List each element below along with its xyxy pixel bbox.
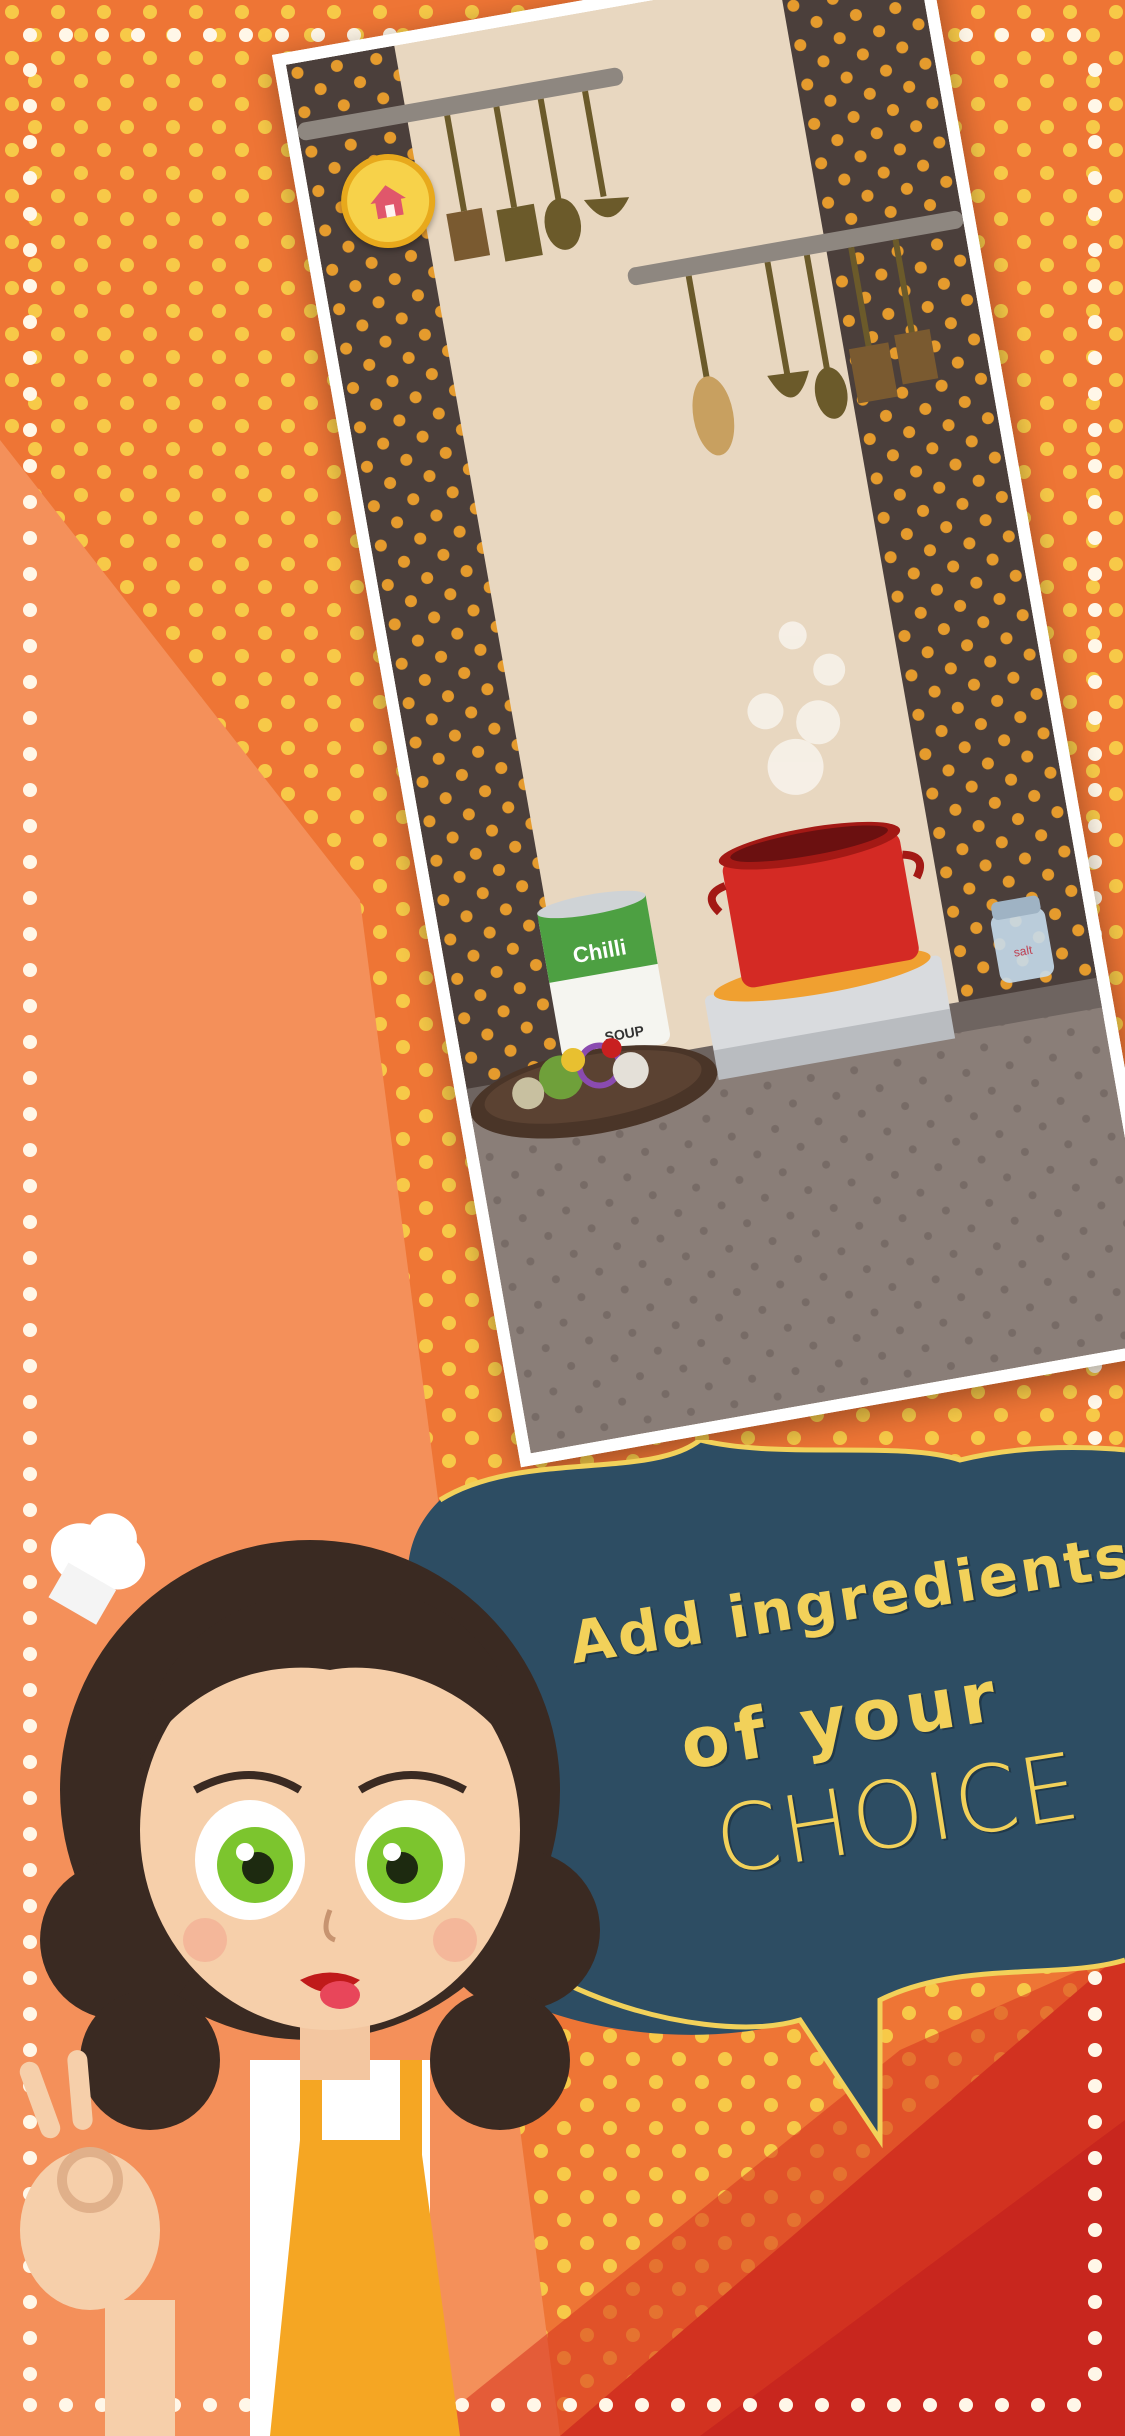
- marquee-light: [23, 351, 37, 365]
- marquee-light: [995, 2398, 1009, 2412]
- marquee-light: [959, 28, 973, 42]
- marquee-light: [23, 207, 37, 221]
- marquee-light: [1088, 1395, 1102, 1409]
- marquee-light: [23, 1359, 37, 1373]
- chef-girl-character: [19, 1513, 600, 2436]
- marquee-light: [1088, 819, 1102, 833]
- marquee-light: [1088, 567, 1102, 581]
- marquee-light: [1088, 747, 1102, 761]
- marquee-light: [1088, 2187, 1102, 2201]
- marquee-light: [23, 963, 37, 977]
- marquee-light: [1088, 2259, 1102, 2273]
- marquee-light: [311, 28, 325, 42]
- home-icon: [370, 185, 406, 220]
- marquee-light: [743, 2398, 757, 2412]
- marquee-light: [1088, 603, 1102, 617]
- marquee-light: [671, 2398, 685, 2412]
- marquee-light: [23, 855, 37, 869]
- marquee-light: [23, 387, 37, 401]
- marquee-light: [1088, 63, 1102, 77]
- marquee-light: [1031, 28, 1045, 42]
- marquee-light: [23, 927, 37, 941]
- marquee-light: [23, 891, 37, 905]
- marquee-light: [239, 28, 253, 42]
- marquee-light: [851, 2398, 865, 2412]
- marquee-light: [23, 315, 37, 329]
- marquee-light: [131, 28, 145, 42]
- marquee-light: [23, 1431, 37, 1445]
- marquee-light: [1088, 495, 1102, 509]
- marquee-light: [23, 1323, 37, 1337]
- marquee-light: [23, 567, 37, 581]
- marquee-light: [95, 28, 109, 42]
- marquee-light: [23, 1035, 37, 1049]
- marquee-light: [1088, 171, 1102, 185]
- marquee-light: [23, 63, 37, 77]
- marquee-light: [1088, 2223, 1102, 2237]
- marquee-light: [23, 1215, 37, 1229]
- marquee-light: [1088, 99, 1102, 113]
- marquee-light: [23, 603, 37, 617]
- marquee-light: [23, 279, 37, 293]
- marquee-light: [1088, 423, 1102, 437]
- marquee-light: [23, 1107, 37, 1121]
- marquee-light: [23, 1287, 37, 1301]
- marquee-light: [23, 495, 37, 509]
- marquee-light: [23, 28, 37, 42]
- marquee-light: [275, 28, 289, 42]
- marquee-light: [1088, 315, 1102, 329]
- marquee-light: [23, 1395, 37, 1409]
- marquee-light: [23, 135, 37, 149]
- marquee-light: [1067, 28, 1081, 42]
- marquee-light: [1088, 351, 1102, 365]
- marquee-light: [1088, 243, 1102, 257]
- marquee-light: [1031, 2398, 1045, 2412]
- marquee-light: [995, 28, 1009, 42]
- marquee-light: [23, 783, 37, 797]
- marquee-light: [1088, 387, 1102, 401]
- marquee-light: [1088, 207, 1102, 221]
- marquee-light: [1088, 711, 1102, 725]
- marquee-light: [23, 243, 37, 257]
- marquee-light: [1088, 279, 1102, 293]
- marquee-light: [23, 423, 37, 437]
- marquee-light: [23, 459, 37, 473]
- marquee-light: [779, 2398, 793, 2412]
- marquee-light: [707, 2398, 721, 2412]
- marquee-light: [1088, 459, 1102, 473]
- marquee-light: [1088, 2295, 1102, 2309]
- marquee-light: [23, 747, 37, 761]
- marquee-light: [23, 999, 37, 1013]
- marquee-light: [23, 639, 37, 653]
- marquee-light: [23, 1071, 37, 1085]
- marquee-light: [1067, 2398, 1081, 2412]
- marquee-light: [1088, 675, 1102, 689]
- marquee-light: [203, 28, 217, 42]
- marquee-light: [1088, 639, 1102, 653]
- marquee-light: [923, 2398, 937, 2412]
- marquee-light: [59, 28, 73, 42]
- marquee-light: [167, 28, 181, 42]
- marquee-light: [887, 2398, 901, 2412]
- marquee-light: [23, 171, 37, 185]
- marquee-light: [1088, 135, 1102, 149]
- marquee-light: [1088, 855, 1102, 869]
- marquee-light: [959, 2398, 973, 2412]
- marquee-light: [23, 711, 37, 725]
- marquee-light: [1088, 2367, 1102, 2381]
- marquee-light: [1088, 2331, 1102, 2345]
- marquee-light: [815, 2398, 829, 2412]
- marquee-light: [23, 531, 37, 545]
- marquee-light: [1088, 783, 1102, 797]
- marquee-light: [23, 99, 37, 113]
- marquee-light: [23, 819, 37, 833]
- marquee-light: [23, 1251, 37, 1265]
- marquee-light: [1088, 531, 1102, 545]
- marquee-light: [23, 675, 37, 689]
- marquee-light: [23, 1143, 37, 1157]
- marquee-light: [23, 1179, 37, 1193]
